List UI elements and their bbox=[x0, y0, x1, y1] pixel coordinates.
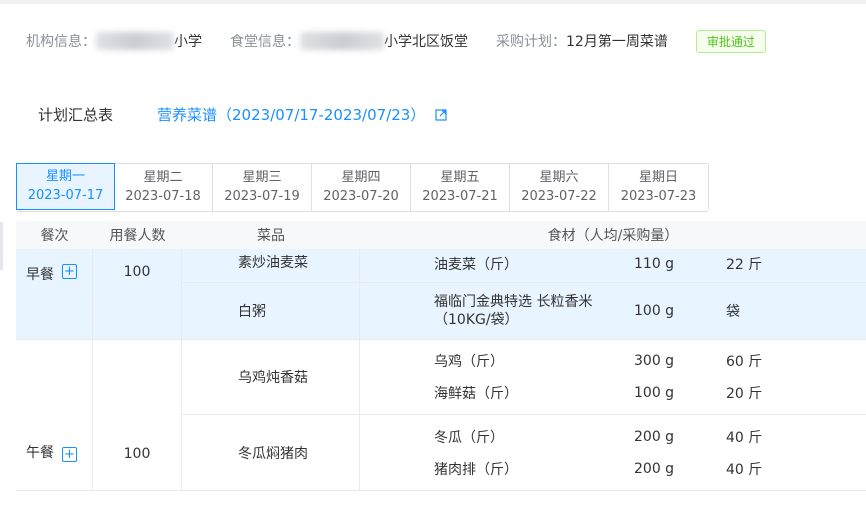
dish-row: 冬瓜焖猪肉 冬瓜（斤） 200 g 40 斤 猪肉排（斤） 200 g 40 斤 bbox=[182, 415, 866, 490]
external-link-icon bbox=[435, 108, 447, 121]
tab-thursday[interactable]: 星期四 2023-07-20 bbox=[312, 164, 411, 211]
ingredient-row: 乌鸡（斤） 300 g 60 斤 bbox=[360, 345, 866, 377]
ingredient-per-person: 300 g bbox=[634, 353, 675, 369]
ingredient-list: 油麦菜（斤） 110 g 22 斤 bbox=[360, 249, 866, 282]
meal-name: 午餐 bbox=[26, 445, 54, 461]
tab-date: 2023-07-18 bbox=[125, 188, 201, 204]
top-divider bbox=[0, 0, 866, 4]
ingredient-total: 20 斤 bbox=[726, 386, 763, 402]
canteen-value: 小学北区饭堂 bbox=[384, 34, 468, 50]
dish-row: 素炒油麦菜 油麦菜（斤） 110 g 22 斤 bbox=[182, 249, 866, 283]
org-value: 小学 bbox=[174, 34, 202, 50]
people-count: 100 bbox=[123, 264, 151, 280]
ingredient-name: 冬瓜（斤） bbox=[434, 430, 504, 446]
dish-name: 冬瓜焖猪肉 bbox=[182, 415, 360, 490]
dish-name: 乌鸡炖香菇 bbox=[182, 340, 360, 414]
info-bar: 机构信息： 小学 食堂信息： 小学北区饭堂 采购计划： 12月第一周菜谱 审批通… bbox=[26, 29, 766, 53]
org-label: 机构信息： bbox=[26, 34, 96, 50]
ingredient-total: 40 斤 bbox=[726, 430, 763, 446]
meal-cell: 午餐 + bbox=[16, 340, 93, 490]
tab-date: 2023-07-19 bbox=[224, 188, 300, 204]
meal-row-lunch: 午餐 + 100 乌鸡炖香菇 乌鸡（斤） 300 g 60 斤 海鲜菇（斤） 1… bbox=[16, 340, 866, 491]
ingredient-row: 油麦菜（斤） 110 g 22 斤 bbox=[360, 249, 866, 279]
tab-tuesday[interactable]: 星期二 2023-07-18 bbox=[114, 164, 213, 211]
header-meal: 餐次 bbox=[40, 228, 69, 244]
weekday-tabs: 星期一 2023-07-17 星期二 2023-07-18 星期三 2023-0… bbox=[16, 163, 709, 212]
meal-name: 早餐 bbox=[26, 267, 54, 283]
tab-weekday: 星期五 bbox=[440, 169, 480, 185]
ingredient-name: 猪肉排（斤） bbox=[434, 462, 518, 478]
tab-date: 2023-07-22 bbox=[521, 188, 597, 204]
tab-weekday: 星期三 bbox=[242, 169, 282, 185]
tab-weekday: 星期日 bbox=[638, 169, 678, 185]
people-cell: 100 bbox=[93, 249, 182, 339]
org-info: 机构信息： 小学 bbox=[26, 31, 202, 51]
tab-date: 2023-07-21 bbox=[422, 188, 498, 204]
ingredient-per-person: 200 g bbox=[634, 461, 675, 477]
redacted-org-name bbox=[96, 32, 174, 50]
ingredient-list: 福临门金典特选 长粒香米（10KG/袋） 100 g 袋 bbox=[360, 283, 866, 339]
ingredient-total: 60 斤 bbox=[726, 354, 763, 370]
nutrition-menu-link[interactable]: 营养菜谱（2023/07/17-2023/07/23） bbox=[157, 104, 447, 125]
tab-friday[interactable]: 星期五 2023-07-21 bbox=[411, 164, 510, 211]
header-dish: 菜品 bbox=[257, 228, 285, 244]
plan-value: 12月第一周菜谱 bbox=[566, 34, 668, 50]
expand-plus-icon[interactable]: + bbox=[62, 447, 77, 462]
tab-wednesday[interactable]: 星期三 2023-07-19 bbox=[213, 164, 312, 211]
people-cell: 100 bbox=[93, 340, 182, 490]
dishes-cell: 乌鸡炖香菇 乌鸡（斤） 300 g 60 斤 海鲜菇（斤） 100 g 20 斤… bbox=[182, 340, 866, 490]
canteen-info: 食堂信息： 小学北区饭堂 bbox=[230, 31, 468, 51]
page-title: 计划汇总表 bbox=[38, 106, 114, 124]
ingredient-row: 冬瓜（斤） 200 g 40 斤 bbox=[360, 421, 866, 453]
ingredient-per-person: 200 g bbox=[634, 429, 675, 445]
tab-date: 2023-07-17 bbox=[27, 187, 104, 203]
tab-date: 2023-07-20 bbox=[323, 188, 399, 204]
plan-label: 采购计划： bbox=[496, 34, 566, 50]
tab-weekday: 星期一 bbox=[45, 168, 85, 184]
tab-date: 2023-07-23 bbox=[620, 188, 697, 204]
ingredient-name: 海鲜菇（斤） bbox=[434, 386, 518, 402]
ingredient-total: 22 斤 bbox=[726, 257, 763, 273]
ingredient-total: 袋 bbox=[726, 304, 740, 320]
tab-weekday: 星期二 bbox=[143, 169, 183, 185]
ingredient-row: 海鲜菇（斤） 100 g 20 斤 bbox=[360, 377, 866, 409]
header-ingredients: 食材（人均/采购量） bbox=[547, 228, 679, 244]
tab-sunday[interactable]: 星期日 2023-07-23 bbox=[609, 164, 708, 211]
meal-cell: 早餐 + bbox=[16, 249, 93, 339]
ingredient-name: 福临门金典特选 长粒香米（10KG/袋） bbox=[434, 294, 593, 328]
ingredient-name: 油麦菜（斤） bbox=[434, 257, 518, 273]
left-scroll-indicator bbox=[0, 222, 3, 270]
ingredient-list: 乌鸡（斤） 300 g 60 斤 海鲜菇（斤） 100 g 20 斤 bbox=[360, 340, 866, 414]
ingredient-per-person: 100 g bbox=[634, 385, 675, 401]
ingredient-per-person: 110 g bbox=[634, 256, 675, 272]
dish-row: 白粥 福临门金典特选 长粒香米（10KG/袋） 100 g 袋 bbox=[182, 283, 866, 339]
nutrition-menu-link-label: 营养菜谱（2023/07/17-2023/07/23） bbox=[157, 106, 426, 124]
tab-weekday: 星期六 bbox=[539, 169, 579, 185]
ingredient-list: 冬瓜（斤） 200 g 40 斤 猪肉排（斤） 200 g 40 斤 bbox=[360, 415, 866, 490]
ingredient-row: 福临门金典特选 长粒香米（10KG/袋） 100 g 袋 bbox=[360, 283, 866, 339]
meal-row-breakfast: 早餐 + 100 素炒油麦菜 油麦菜（斤） 110 g 22 斤 白粥 福临门金… bbox=[16, 249, 866, 340]
dish-row: 乌鸡炖香菇 乌鸡（斤） 300 g 60 斤 海鲜菇（斤） 100 g 20 斤 bbox=[182, 340, 866, 415]
table-header: 餐次 用餐人数 菜品 食材（人均/采购量） bbox=[16, 221, 866, 249]
tab-monday[interactable]: 星期一 2023-07-17 bbox=[16, 163, 115, 210]
dish-name: 白粥 bbox=[182, 283, 360, 339]
tab-saturday[interactable]: 星期六 2023-07-22 bbox=[510, 164, 609, 211]
dish-name: 素炒油麦菜 bbox=[182, 249, 360, 282]
plan-info: 采购计划： 12月第一周菜谱 bbox=[496, 31, 668, 51]
title-row: 计划汇总表 营养菜谱（2023/07/17-2023/07/23） bbox=[38, 104, 447, 125]
ingredient-per-person: 100 g bbox=[634, 303, 675, 319]
expand-plus-icon[interactable]: + bbox=[62, 264, 77, 279]
plan-summary-table: 餐次 用餐人数 菜品 食材（人均/采购量） 早餐 + 100 素炒油麦菜 油麦菜… bbox=[16, 221, 866, 491]
status-badge: 审批通过 bbox=[695, 29, 766, 53]
canteen-label: 食堂信息： bbox=[230, 34, 300, 50]
people-count: 100 bbox=[123, 446, 151, 462]
ingredient-total: 40 斤 bbox=[726, 462, 763, 478]
dishes-cell: 素炒油麦菜 油麦菜（斤） 110 g 22 斤 白粥 福临门金典特选 长粒香米（… bbox=[182, 249, 866, 339]
ingredient-row: 猪肉排（斤） 200 g 40 斤 bbox=[360, 453, 866, 485]
header-people: 用餐人数 bbox=[109, 228, 166, 244]
ingredient-name: 乌鸡（斤） bbox=[434, 354, 504, 370]
redacted-canteen-name bbox=[300, 32, 384, 50]
tab-weekday: 星期四 bbox=[341, 169, 381, 185]
